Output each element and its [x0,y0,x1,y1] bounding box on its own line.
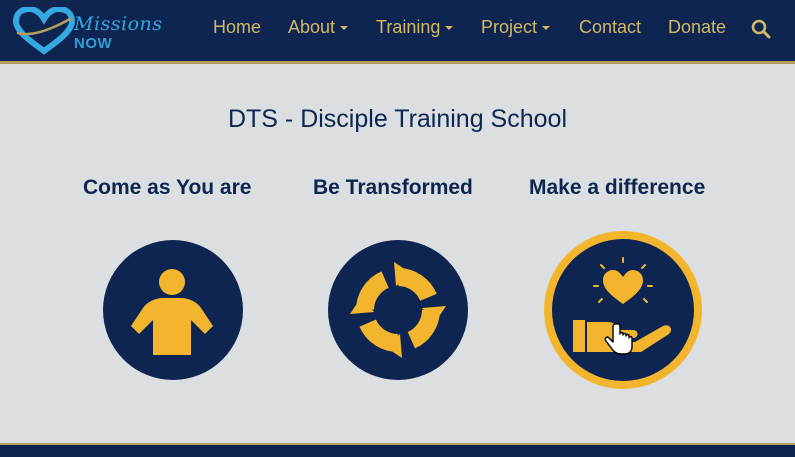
nav-about[interactable]: About [288,17,349,38]
footer-bar [0,443,795,457]
main-menu: Home About Training Project Contact Dona… [0,0,795,58]
search-icon[interactable] [751,19,771,39]
nav-project[interactable]: Project [481,17,551,38]
feature-title-make-a-difference: Make a difference [529,176,706,199]
cycle-arrows-icon[interactable] [328,240,468,380]
page-title: DTS - Disciple Training School [227,105,567,133]
top-navbar: Missions NOW Home About Training Project… [0,0,795,64]
nav-donate[interactable]: Donate [668,17,726,38]
nav-training[interactable]: Training [376,17,454,38]
nav-training-label: Training [376,17,441,37]
caret-down-icon [445,26,454,30]
caret-down-icon [542,26,551,30]
nav-home[interactable]: Home [213,17,261,38]
feature-title-be-transformed: Be Transformed [313,176,473,199]
nav-project-label: Project [481,17,538,37]
hand-heart-icon[interactable] [543,230,703,390]
nav-about-label: About [288,17,336,37]
feature-title-come-as-you-are: Come as You are [83,176,252,199]
person-icon[interactable] [103,240,243,380]
caret-down-icon [340,26,349,30]
nav-contact[interactable]: Contact [579,17,641,38]
